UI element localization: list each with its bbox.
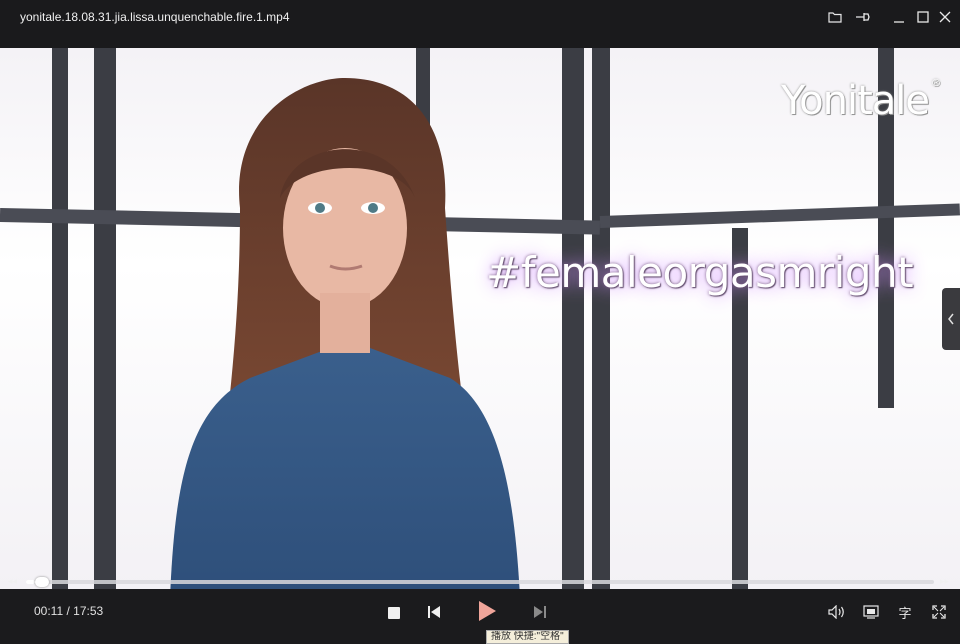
seek-handle[interactable] (35, 577, 49, 587)
volume-icon (828, 605, 844, 619)
rewind-icon[interactable]: ◂◂ (8, 576, 17, 587)
close-button[interactable] (934, 6, 956, 28)
pin-icon (856, 13, 870, 21)
progress-row: ◂◂ ▸▸ (0, 574, 960, 590)
maximize-button[interactable] (912, 6, 934, 28)
control-bar: 00:11 / 17:53 字 (0, 589, 960, 639)
minimize-button[interactable] (888, 6, 910, 28)
subtitle-button[interactable]: 字 (894, 601, 916, 623)
presenter-image (170, 78, 520, 589)
seek-bar[interactable] (26, 580, 934, 584)
stop-icon (388, 607, 400, 619)
window-frame (94, 48, 116, 589)
title-bar: yonitale.18.08.31.jia.lissa.unquenchable… (0, 0, 960, 48)
chevron-left-icon (948, 313, 954, 325)
play-tooltip: 播放 快捷:"空格" (486, 630, 569, 644)
fullscreen-icon (932, 605, 946, 619)
maximize-icon (917, 11, 929, 23)
minimize-icon (894, 21, 904, 23)
pin-on-top-button[interactable] (852, 6, 874, 28)
next-button[interactable] (530, 602, 550, 622)
stop-button[interactable] (384, 603, 404, 623)
fullscreen-button[interactable] (928, 601, 950, 623)
time-display: 00:11 / 17:53 (34, 604, 104, 618)
window-frame (52, 48, 68, 589)
mini-mode-button[interactable] (860, 601, 882, 623)
window-frame (599, 203, 960, 228)
folder-icon (828, 12, 842, 23)
open-folder-button[interactable] (824, 6, 846, 28)
brand-watermark: Yonitale ® (781, 78, 941, 124)
close-icon (939, 11, 951, 23)
skip-forward-icon (534, 606, 546, 618)
skip-back-icon (428, 606, 440, 618)
playlist-toggle-button[interactable] (942, 288, 960, 350)
play-button[interactable] (474, 598, 500, 624)
window-frame (562, 48, 584, 589)
screen-icon (863, 605, 879, 619)
hashtag-overlay: #femaleorgasmright (486, 248, 914, 297)
previous-button[interactable] (424, 602, 444, 622)
fast-forward-icon[interactable]: ▸▸ (940, 576, 949, 587)
window-frame (592, 48, 610, 589)
volume-button[interactable] (826, 601, 848, 623)
video-frame[interactable]: Yonitale ® #femaleorgasmright (0, 48, 960, 589)
play-icon (479, 601, 496, 621)
window-title: yonitale.18.08.31.jia.lissa.unquenchable… (20, 10, 290, 24)
seek-bar-played (26, 580, 35, 584)
